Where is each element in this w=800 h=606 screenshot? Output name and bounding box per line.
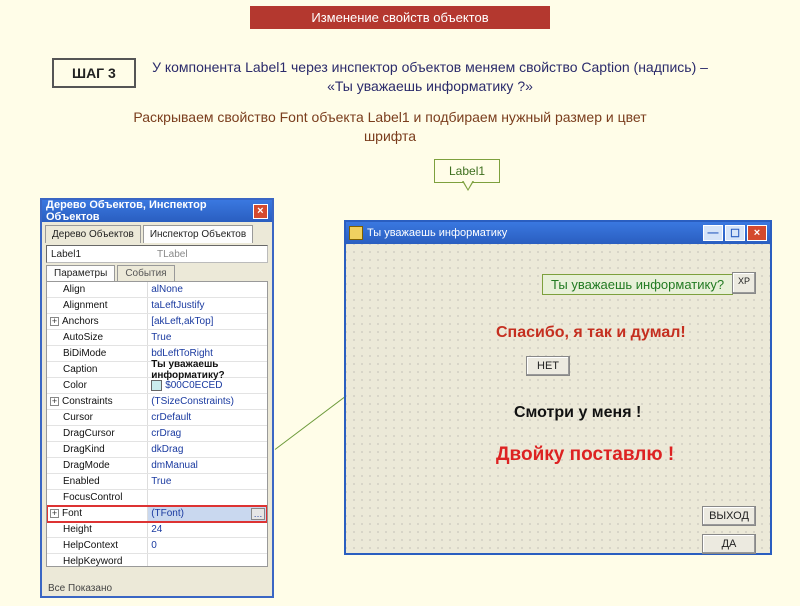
property-name: Align (47, 282, 148, 297)
property-name: Height (47, 522, 148, 537)
property-row-anchors[interactable]: +Anchors[akLeft,akTop] (47, 314, 267, 330)
property-value[interactable] (148, 554, 267, 567)
property-row-focuscontrol[interactable]: FocusControl (47, 490, 267, 506)
property-name: AutoSize (47, 330, 148, 345)
property-name: Caption (47, 362, 148, 377)
property-value[interactable]: dkDrag (148, 442, 267, 457)
property-name: Alignment (47, 298, 148, 313)
property-value[interactable]: Ты уважаешь информатику? (148, 362, 267, 377)
property-value[interactable]: alNone (148, 282, 267, 297)
delphi-title-text: Ты уважаешь информатику (367, 227, 507, 239)
inspector-titlebar[interactable]: Дерево Объектов, Инспектор Объектов × (42, 200, 272, 222)
close-icon[interactable]: × (747, 225, 767, 241)
label1-component[interactable]: Ты уважаешь информатику? (542, 274, 733, 295)
property-row-helpkeyword[interactable]: HelpKeyword (47, 554, 267, 567)
property-name: Cursor (47, 410, 148, 425)
component-class: TLabel (157, 249, 188, 260)
property-value[interactable]: True (148, 330, 267, 345)
property-grid[interactable]: AlignalNoneAlignmenttaLeftJustify+Anchor… (46, 281, 268, 567)
subtab-properties[interactable]: Параметры (46, 265, 115, 281)
component-selector[interactable]: Label1 TLabel (46, 245, 268, 263)
label3-component[interactable]: Смотри у меня ! (514, 404, 641, 422)
property-value[interactable]: taLeftJustify (148, 298, 267, 313)
property-row-dragcursor[interactable]: DragCursorcrDrag (47, 426, 267, 442)
property-value[interactable]: True (148, 474, 267, 489)
delphi-form-window: Ты уважаешь информатику — ☐ × Ты уважаеш… (344, 220, 772, 555)
minimize-icon[interactable]: — (703, 225, 723, 241)
property-value[interactable]: (TSizeConstraints) (148, 394, 267, 409)
property-name: Enabled (47, 474, 148, 489)
inspector-title-text: Дерево Объектов, Инспектор Объектов (46, 199, 253, 223)
property-name: BiDiMode (47, 346, 148, 361)
property-row-helpcontext[interactable]: HelpContext0 (47, 538, 267, 554)
property-row-align[interactable]: AlignalNone (47, 282, 267, 298)
button-net[interactable]: НЕТ (526, 356, 570, 376)
tab-object-tree[interactable]: Дерево Объектов (45, 225, 141, 243)
property-name: HelpKeyword (47, 554, 148, 567)
property-value[interactable]: crDrag (148, 426, 267, 441)
property-row-cursor[interactable]: CursorcrDefault (47, 410, 267, 426)
property-row-enabled[interactable]: EnabledTrue (47, 474, 267, 490)
label2-component[interactable]: Спасибо, я так и думал! (496, 324, 686, 342)
app-icon (349, 226, 363, 240)
property-value[interactable]: $00C0ECED (148, 378, 267, 393)
inspector-top-tabs: Дерево Объектов Инспектор Объектов (42, 222, 272, 243)
property-name: +Anchors (47, 314, 148, 329)
property-name: DragCursor (47, 426, 148, 441)
instruction-paragraph-2: Раскрываем свойство Font объекта Label1 … (110, 108, 670, 146)
property-value[interactable]: (TFont)… (148, 506, 267, 521)
label4-component[interactable]: Двойку поставлю ! (496, 444, 674, 466)
property-value[interactable]: 24 (148, 522, 267, 537)
property-name: +Constraints (47, 394, 148, 409)
callout-tail (462, 181, 474, 191)
close-icon[interactable]: × (253, 204, 268, 219)
button-da[interactable]: ДА (702, 534, 756, 554)
property-value[interactable]: crDefault (148, 410, 267, 425)
form-designer-area[interactable]: Ты уважаешь информатику? Спасибо, я так … (346, 244, 770, 553)
expand-icon[interactable]: + (50, 509, 59, 518)
property-value[interactable]: [akLeft,akTop] (148, 314, 267, 329)
property-row-autosize[interactable]: AutoSizeTrue (47, 330, 267, 346)
inspector-subtabs: Параметры События (46, 265, 268, 281)
property-row-font[interactable]: +Font(TFont)… (47, 506, 267, 522)
tab-object-inspector[interactable]: Инспектор Объектов (143, 225, 253, 243)
property-row-dragkind[interactable]: DragKinddkDrag (47, 442, 267, 458)
property-value[interactable]: 0 (148, 538, 267, 553)
expand-icon[interactable]: + (50, 317, 59, 326)
property-row-alignment[interactable]: AlignmenttaLeftJustify (47, 298, 267, 314)
property-row-constraints[interactable]: +Constraints(TSizeConstraints) (47, 394, 267, 410)
property-name: +Font (47, 506, 148, 521)
delphi-titlebar[interactable]: Ты уважаешь информатику — ☐ × (346, 222, 770, 244)
property-name: DragKind (47, 442, 148, 457)
object-inspector-window: Дерево Объектов, Инспектор Объектов × Де… (40, 198, 274, 598)
component-name: Label1 (47, 249, 157, 260)
property-value[interactable]: dmManual (148, 458, 267, 473)
property-name: HelpContext (47, 538, 148, 553)
property-name: DragMode (47, 458, 148, 473)
property-row-color[interactable]: Color$00C0ECED (47, 378, 267, 394)
page-title-banner: Изменение свойств объектов (250, 6, 550, 29)
expand-icon[interactable]: + (50, 397, 59, 406)
property-name: Color (47, 378, 148, 393)
color-swatch-icon (151, 380, 162, 391)
subtab-events[interactable]: События (117, 265, 174, 281)
ellipsis-button[interactable]: … (251, 508, 265, 520)
property-value[interactable] (148, 490, 267, 505)
property-row-caption[interactable]: CaptionТы уважаешь информатику? (47, 362, 267, 378)
button-exit[interactable]: ВЫХОД (702, 506, 756, 526)
property-row-dragmode[interactable]: DragModedmManual (47, 458, 267, 474)
instruction-paragraph-1: У компонента Label1 через инспектор объе… (150, 58, 710, 96)
property-row-height[interactable]: Height24 (47, 522, 267, 538)
step-badge: ШАГ 3 (52, 58, 136, 88)
inspector-footer: Все Показано (48, 583, 112, 594)
maximize-icon[interactable]: ☐ (725, 225, 745, 241)
property-name: FocusControl (47, 490, 148, 505)
button-xpmanifest[interactable]: XP (732, 272, 756, 294)
